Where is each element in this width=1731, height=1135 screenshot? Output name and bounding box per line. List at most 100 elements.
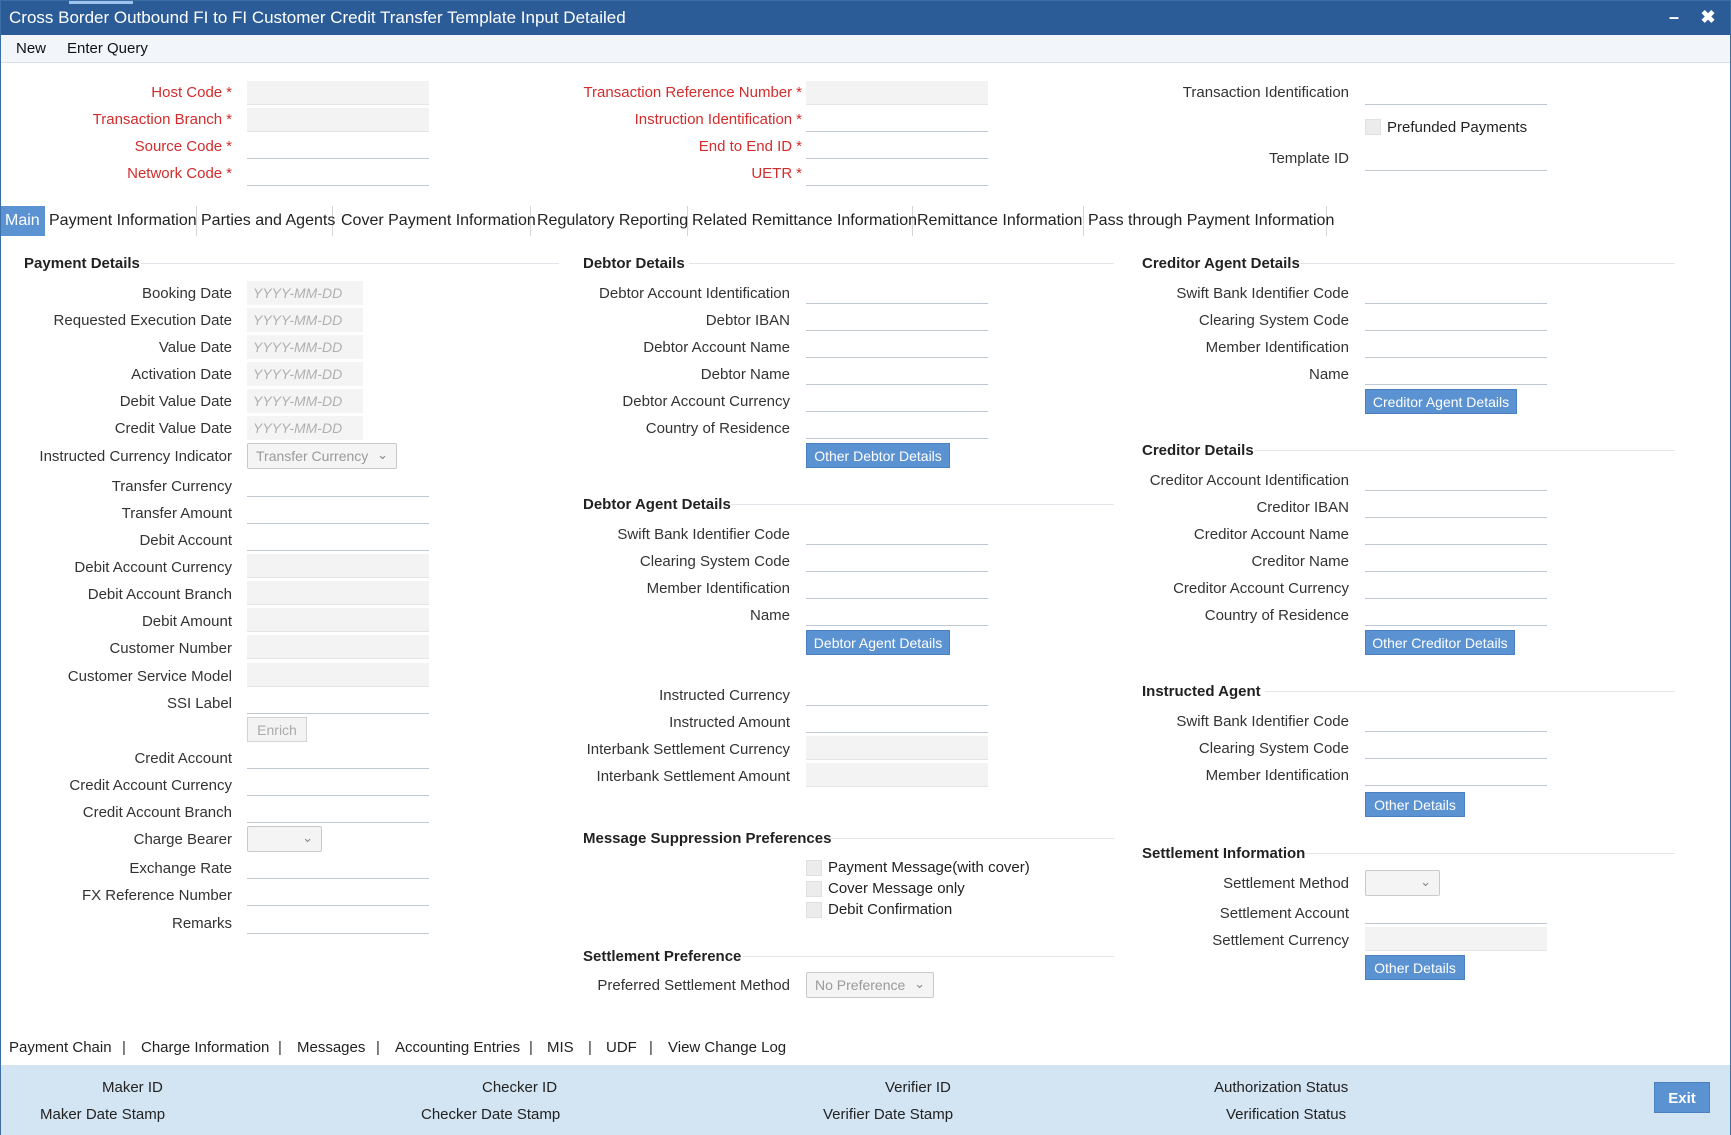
enrich-button[interactable]: Enrich	[247, 717, 307, 742]
payment-chain-link[interactable]: Payment Chain	[9, 1039, 112, 1056]
credit-account-input[interactable]	[247, 745, 429, 769]
end-to-end-id-label: End to End ID *	[698, 138, 802, 155]
instructed-amount-input[interactable]	[806, 709, 988, 733]
booking-date-label: Booking Date	[141, 285, 232, 302]
uetr-input[interactable]	[806, 162, 988, 186]
debtor-agent-swift-bic-input[interactable]	[806, 521, 988, 545]
debtor-details-title: Debtor Details	[583, 255, 685, 272]
value-date-input[interactable]	[247, 335, 363, 359]
debtor-agent-clearing-system-code-input[interactable]	[806, 548, 988, 572]
tab-payment-information[interactable]: Payment Information	[45, 206, 197, 236]
debit-account-input[interactable]	[247, 527, 429, 551]
view-change-log-link[interactable]: View Change Log	[668, 1039, 786, 1056]
fx-reference-number-input[interactable]	[247, 882, 429, 906]
other-debtor-details-button[interactable]: Other Debtor Details	[806, 443, 950, 468]
tab-related-remittance-information[interactable]: Related Remittance Information	[688, 206, 917, 236]
creditor-agent-clearing-system-code-input[interactable]	[1365, 307, 1547, 331]
charge-information-link[interactable]: Charge Information	[141, 1039, 269, 1056]
instructed-agent-clearing-system-code-input[interactable]	[1365, 735, 1547, 759]
instructed-agent-member-identification-input[interactable]	[1365, 762, 1547, 786]
debtor-name-input[interactable]	[806, 361, 988, 385]
debtor-iban-input[interactable]	[806, 307, 988, 331]
tab-parties-and-agents[interactable]: Parties and Agents	[197, 206, 335, 236]
close-icon[interactable]: ✖	[1696, 5, 1720, 29]
transfer-amount-input[interactable]	[247, 500, 429, 524]
remarks-input[interactable]	[247, 910, 429, 934]
interbank-settlement-amount-input[interactable]	[806, 763, 988, 787]
cover-message-checkbox[interactable]	[806, 881, 822, 897]
instructed-agent-swift-bic-input[interactable]	[1365, 708, 1547, 732]
settlement-account-input[interactable]	[1365, 900, 1547, 924]
interbank-settlement-currency-input[interactable]	[806, 736, 988, 760]
menu-new[interactable]: New	[16, 40, 46, 57]
debtor-agent-details-button[interactable]: Debtor Agent Details	[806, 630, 950, 655]
messages-link[interactable]: Messages	[297, 1039, 365, 1056]
tab-regulatory-reporting[interactable]: Regulatory Reporting	[533, 206, 688, 236]
source-code-input[interactable]	[247, 135, 429, 159]
preferred-settlement-method-select[interactable]: No Preference ⌄	[806, 972, 934, 998]
creditor-iban-input[interactable]	[1365, 494, 1547, 518]
creditor-agent-details-button[interactable]: Creditor Agent Details	[1365, 389, 1517, 414]
network-code-input[interactable]	[247, 162, 429, 186]
instruction-identification-input[interactable]	[806, 108, 988, 132]
credit-account-branch-input[interactable]	[247, 799, 429, 823]
creditor-agent-name-input[interactable]	[1365, 361, 1547, 385]
debtor-account-identification-input[interactable]	[806, 280, 988, 304]
debtor-country-of-residence-input[interactable]	[806, 415, 988, 439]
debit-value-date-input[interactable]	[247, 389, 363, 413]
tab-remittance-information[interactable]: Remittance Information	[913, 206, 1084, 236]
credit-account-currency-input[interactable]	[247, 772, 429, 796]
transaction-branch-input[interactable]	[247, 108, 429, 132]
customer-service-model-input[interactable]	[247, 663, 429, 687]
template-id-input[interactable]	[1365, 147, 1547, 171]
accounting-entries-link[interactable]: Accounting Entries	[395, 1039, 520, 1056]
creditor-account-name-input[interactable]	[1365, 521, 1547, 545]
creditor-country-of-residence-input[interactable]	[1365, 602, 1547, 626]
instructed-currency-indicator-select[interactable]: Transfer Currency ⌄	[247, 443, 397, 469]
booking-date-input[interactable]	[247, 281, 363, 305]
transaction-identification-input[interactable]	[1365, 81, 1547, 105]
customer-number-input[interactable]	[247, 635, 429, 659]
debit-confirmation-checkbox[interactable]	[806, 902, 822, 918]
minimize-icon[interactable]: –	[1662, 5, 1686, 29]
debit-amount-input[interactable]	[247, 608, 429, 632]
creditor-account-currency-input[interactable]	[1365, 575, 1547, 599]
debtor-account-name-input[interactable]	[806, 334, 988, 358]
credit-value-date-input[interactable]	[247, 416, 363, 440]
creditor-agent-member-identification-input[interactable]	[1365, 334, 1547, 358]
charge-bearer-select[interactable]: ⌄	[247, 826, 322, 852]
ssi-label-input[interactable]	[247, 690, 429, 714]
tab-main[interactable]: Main	[1, 206, 45, 236]
creditor-agent-swift-bic-input[interactable]	[1365, 280, 1547, 304]
prefunded-payments-checkbox[interactable]	[1365, 119, 1381, 135]
instructed-agent-other-details-button[interactable]: Other Details	[1365, 792, 1465, 817]
udf-link[interactable]: UDF	[606, 1039, 637, 1056]
debit-account-branch-input[interactable]	[247, 581, 429, 605]
instruction-identification-label: Instruction Identification *	[634, 111, 802, 128]
exchange-rate-input[interactable]	[247, 855, 429, 879]
exit-button[interactable]: Exit	[1654, 1082, 1710, 1113]
settlement-other-details-button[interactable]: Other Details	[1365, 955, 1465, 980]
tab-pass-through-payment-information[interactable]: Pass through Payment Information	[1084, 206, 1334, 236]
debit-account-currency-input[interactable]	[247, 554, 429, 578]
transaction-reference-number-input[interactable]	[806, 81, 988, 105]
menu-enter-query[interactable]: Enter Query	[67, 40, 148, 57]
payment-message-checkbox[interactable]	[806, 860, 822, 876]
activation-date-input[interactable]	[247, 362, 363, 386]
link-separator: |	[278, 1039, 282, 1056]
instructed-currency-input[interactable]	[806, 682, 988, 706]
settlement-currency-input[interactable]	[1365, 927, 1547, 951]
transfer-currency-input[interactable]	[247, 473, 429, 497]
other-creditor-details-button[interactable]: Other Creditor Details	[1365, 630, 1515, 655]
debtor-agent-member-identification-input[interactable]	[806, 575, 988, 599]
tab-cover-payment-information[interactable]: Cover Payment Information	[337, 206, 536, 236]
creditor-name-input[interactable]	[1365, 548, 1547, 572]
debtor-account-currency-input[interactable]	[806, 388, 988, 412]
requested-execution-date-input[interactable]	[247, 308, 363, 332]
creditor-account-identification-input[interactable]	[1365, 467, 1547, 491]
end-to-end-id-input[interactable]	[806, 135, 988, 159]
mis-link[interactable]: MIS	[547, 1039, 574, 1056]
settlement-method-select[interactable]: ⌄	[1365, 870, 1440, 896]
debtor-agent-name-input[interactable]	[806, 602, 988, 626]
host-code-input[interactable]	[247, 81, 429, 105]
